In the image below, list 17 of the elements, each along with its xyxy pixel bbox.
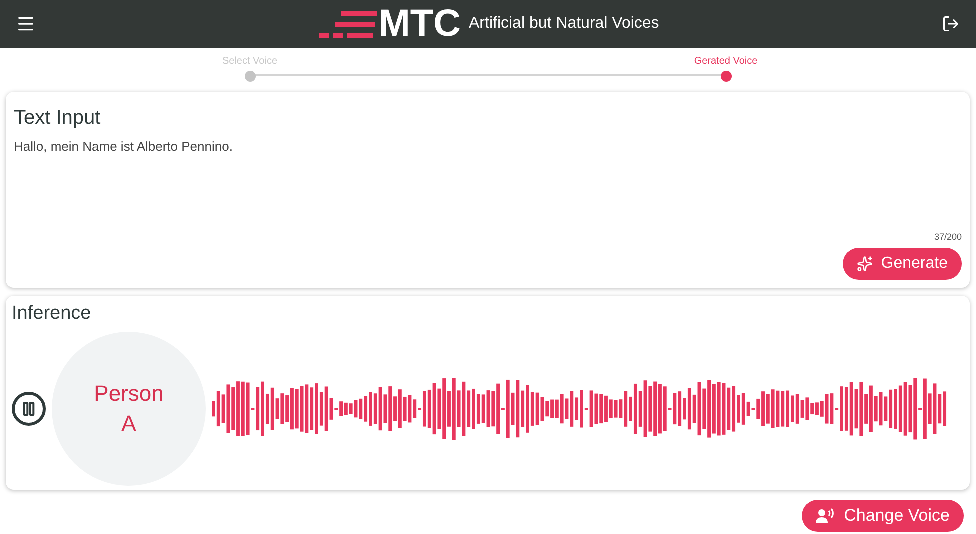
step-label[interactable]: Gerated Voice — [694, 54, 758, 69]
pause-icon — [21, 400, 37, 417]
change-voice-button[interactable]: Change Voice — [802, 500, 964, 532]
generate-button[interactable]: Generate — [843, 248, 962, 280]
logo-text: MTC — [378, 5, 461, 43]
card-title: Text Input — [14, 106, 102, 131]
logout-icon — [942, 15, 960, 33]
character-counter: 37/200 — [934, 230, 962, 244]
sparkle-icon — [857, 256, 874, 272]
speaker-name: Person A — [93, 380, 165, 438]
text-input-field[interactable]: Hallo, mein Name ist Alberto Pennino. — [14, 137, 962, 156]
logo-stripes-icon — [318, 9, 379, 39]
card-title: Inference — [12, 302, 92, 326]
app-title: Artificial but Natural Voices — [469, 14, 660, 34]
pause-button[interactable] — [12, 392, 46, 426]
speaking-person-icon — [816, 508, 836, 524]
logout-button[interactable] — [942, 15, 960, 33]
